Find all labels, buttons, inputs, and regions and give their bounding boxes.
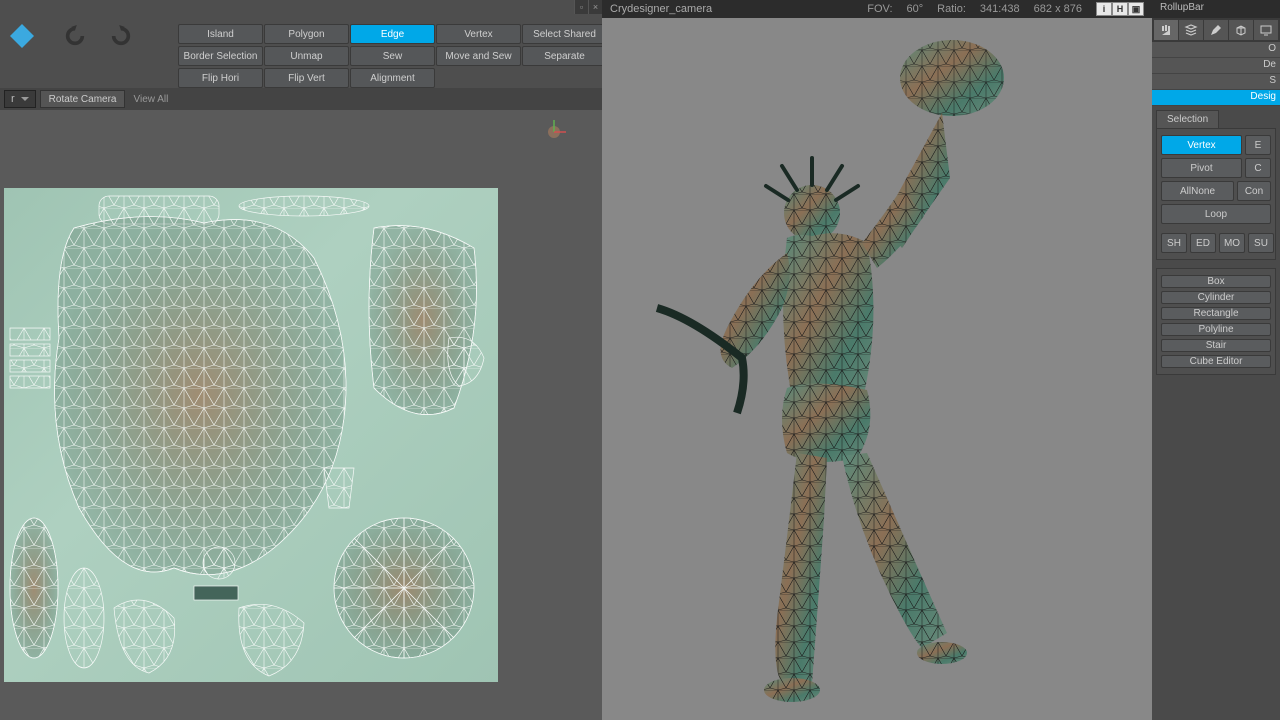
info-icon[interactable]: i: [1096, 2, 1112, 16]
viewport-panel: Crydesigner_camera FOV: 60° Ratio: 341:4…: [602, 0, 1152, 720]
select-shared-button[interactable]: Select Shared: [522, 24, 607, 44]
polyline-button[interactable]: Polyline: [1161, 323, 1271, 336]
stack-item[interactable]: S: [1152, 74, 1280, 90]
edge-button[interactable]: Edge: [350, 24, 435, 44]
toolbar-icons: [0, 22, 132, 50]
viewport-header: Crydesigner_camera FOV: 60° Ratio: 341:4…: [602, 0, 1152, 18]
helpers-icon[interactable]: H: [1112, 2, 1128, 16]
rotate-camera-button[interactable]: Rotate Camera: [40, 90, 126, 108]
move-and-sew-button[interactable]: Move and Sew: [436, 46, 521, 66]
viewport-title: Crydesigner_camera: [610, 3, 853, 15]
rectangle-button[interactable]: Rectangle: [1161, 307, 1271, 320]
uv-wireframe: [4, 188, 498, 682]
border-selection-button[interactable]: Border Selection: [178, 46, 263, 66]
viewport-icons: i H ▣: [1096, 2, 1144, 16]
cube-editor-button[interactable]: Cube Editor: [1161, 355, 1271, 368]
tab-cube[interactable]: [1229, 20, 1253, 40]
uv-header: ▫ × Island Polygon Edge Vertex Select Sh…: [0, 0, 602, 88]
fov-value: 60°: [907, 3, 924, 15]
axis-gizmo-icon[interactable]: [540, 118, 568, 146]
sub-toolbar: r Rotate Camera View All: [0, 88, 602, 110]
shapes-section: Box Cylinder Rectangle Polyline Stair Cu…: [1152, 264, 1280, 379]
dropdown-label: r: [11, 93, 15, 105]
pin-button[interactable]: ▫: [574, 0, 588, 14]
tab-layers[interactable]: [1179, 20, 1203, 40]
island-button[interactable]: Island: [178, 24, 263, 44]
edge-mode-button[interactable]: E: [1245, 135, 1271, 155]
uv-tool-icon[interactable]: [8, 22, 36, 50]
separate-button[interactable]: Separate: [522, 46, 607, 66]
vertex-mode-button[interactable]: Vertex: [1161, 135, 1242, 155]
tab-monitor[interactable]: [1254, 20, 1278, 40]
sew-button[interactable]: Sew: [350, 46, 435, 66]
rollup-panel: RollupBar O De S Desig Selection Vertex …: [1152, 0, 1280, 720]
mode-row-3: Flip Hori Flip Vert Alignment: [178, 68, 435, 88]
vertex-button[interactable]: Vertex: [436, 24, 521, 44]
mode-row-1: Island Polygon Edge Vertex Select Shared: [178, 24, 607, 44]
layers-icon: [1184, 23, 1198, 37]
redo-icon[interactable]: [110, 25, 132, 47]
pivot-button[interactable]: Pivot: [1161, 158, 1242, 178]
window-controls: ▫ ×: [574, 0, 602, 14]
close-button[interactable]: ×: [588, 0, 602, 14]
allnone-button[interactable]: AllNone: [1161, 181, 1234, 201]
camera-dropdown[interactable]: r: [4, 90, 36, 108]
resolution-value: 682 x 876: [1034, 3, 1082, 15]
uv-canvas[interactable]: [0, 110, 602, 720]
cube-icon: [1234, 23, 1248, 37]
rollup-tabs: [1152, 18, 1280, 42]
stack-rows: O De S Desig: [1152, 42, 1280, 106]
viewport-canvas[interactable]: [602, 18, 1152, 720]
chevron-down-icon: [21, 97, 29, 102]
flip-vert-button[interactable]: Flip Vert: [264, 68, 349, 88]
pencil-icon: [1209, 23, 1223, 37]
tab-pencil[interactable]: [1204, 20, 1228, 40]
uv-editor-panel: ▫ × Island Polygon Edge Vertex Select Sh…: [0, 0, 602, 720]
tab-hand[interactable]: [1154, 20, 1178, 40]
unmap-button[interactable]: Unmap: [264, 46, 349, 66]
monitor-icon: [1259, 23, 1273, 37]
stack-item-designer[interactable]: Desig: [1152, 90, 1280, 106]
view-all-label[interactable]: View All: [129, 94, 168, 105]
stack-item[interactable]: De: [1152, 58, 1280, 74]
fov-label: FOV:: [867, 3, 892, 15]
flip-hori-button[interactable]: Flip Hori: [178, 68, 263, 88]
mo-button[interactable]: MO: [1219, 233, 1245, 253]
stair-button[interactable]: Stair: [1161, 339, 1271, 352]
selection-tab[interactable]: Selection: [1156, 110, 1219, 128]
su-button[interactable]: SU: [1248, 233, 1274, 253]
display-icon[interactable]: ▣: [1128, 2, 1144, 16]
box-button[interactable]: Box: [1161, 275, 1271, 288]
stack-item[interactable]: O: [1152, 42, 1280, 58]
loop-button[interactable]: Loop: [1161, 204, 1271, 224]
mode-letters: SH ED MO SU: [1161, 233, 1271, 253]
ratio-label: Ratio:: [937, 3, 966, 15]
ed-button[interactable]: ED: [1190, 233, 1216, 253]
alignment-button[interactable]: Alignment: [350, 68, 435, 88]
rollup-title: RollupBar: [1152, 0, 1280, 18]
cylinder-button[interactable]: Cylinder: [1161, 291, 1271, 304]
mode-row-2: Border Selection Unmap Sew Move and Sew …: [178, 46, 607, 66]
c-button[interactable]: C: [1245, 158, 1271, 178]
ratio-value: 341:438: [980, 3, 1020, 15]
polygon-button[interactable]: Polygon: [264, 24, 349, 44]
selection-section: Selection Vertex E Pivot C AllNone Con L…: [1152, 106, 1280, 264]
sh-button[interactable]: SH: [1161, 233, 1187, 253]
uv-texture-area: [4, 188, 498, 682]
con-button[interactable]: Con: [1237, 181, 1271, 201]
undo-icon[interactable]: [64, 25, 86, 47]
hand-icon: [1159, 23, 1173, 37]
